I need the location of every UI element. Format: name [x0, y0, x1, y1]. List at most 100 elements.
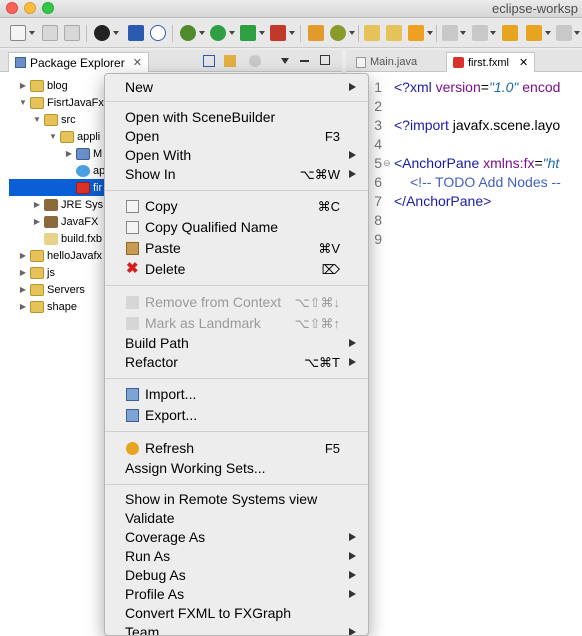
- new-class-icon[interactable]: [330, 25, 346, 41]
- new-icon[interactable]: [10, 25, 26, 41]
- code-line[interactable]: <!-- TODO Add Nodes --: [410, 174, 561, 190]
- new-dropdown-icon[interactable]: [29, 31, 35, 35]
- menu-item-remove-from-context[interactable]: Remove from Context ⌥⇧⌘↓: [105, 293, 368, 312]
- menu-item-new[interactable]: New: [105, 78, 368, 97]
- save-all-icon[interactable]: [64, 25, 80, 41]
- previous-annotation-dropdown-icon[interactable]: [490, 31, 496, 35]
- expand-icon[interactable]: ▶: [18, 285, 28, 294]
- tree-item[interactable]: ▼ appli: [48, 128, 100, 145]
- collapse-all-icon[interactable]: [203, 55, 215, 67]
- menu-item-convert-fxml-to-fxgraph[interactable]: Convert FXML to FXGraph: [105, 604, 368, 623]
- new-java-project-icon[interactable]: [308, 25, 324, 41]
- debug-dropdown-icon[interactable]: [199, 31, 205, 35]
- tab-main-java[interactable]: Main.java: [350, 52, 423, 72]
- tree-item[interactable]: ▶ M: [64, 145, 102, 162]
- menu-item-refactor[interactable]: Refactor ⌥⌘T: [105, 353, 368, 372]
- focus-icon[interactable]: [249, 55, 261, 67]
- coverage-icon[interactable]: [240, 25, 256, 41]
- code-line[interactable]: <AnchorPane xmlns:fx="ht: [394, 155, 559, 171]
- minimize-window-button[interactable]: [24, 2, 36, 14]
- code-line[interactable]: </AnchorPane>: [394, 193, 491, 209]
- menu-item-team[interactable]: Team: [105, 623, 368, 635]
- collapse-icon[interactable]: ▼: [32, 115, 42, 124]
- link-with-editor-icon[interactable]: [224, 55, 236, 67]
- code-line[interactable]: <?xml version="1.0" encod: [394, 79, 560, 95]
- expand-icon[interactable]: ▶: [18, 81, 28, 90]
- back-dropdown-icon[interactable]: [545, 31, 551, 35]
- collapse-icon[interactable]: ▼: [18, 98, 28, 107]
- save-icon[interactable]: [42, 25, 58, 41]
- menu-item-validate[interactable]: Validate: [105, 509, 368, 528]
- last-edit-icon[interactable]: [502, 25, 518, 41]
- menu-item-export[interactable]: Export...: [105, 406, 368, 425]
- expand-icon[interactable]: ▶: [32, 200, 42, 209]
- close-icon[interactable]: ✕: [133, 56, 142, 69]
- menu-item-profile-as[interactable]: Profile As: [105, 585, 368, 604]
- view-menu-icon[interactable]: [281, 58, 289, 64]
- menu-item-open[interactable]: Open F3: [105, 127, 368, 146]
- coverage-dropdown-icon[interactable]: [259, 31, 265, 35]
- next-annotation-dropdown-icon[interactable]: [460, 31, 466, 35]
- forward-dropdown-icon[interactable]: [574, 31, 580, 35]
- skip-breakpoints-icon[interactable]: [150, 25, 166, 41]
- menu-item-coverage-as[interactable]: Coverage As: [105, 528, 368, 547]
- menu-item-run-as[interactable]: Run As: [105, 547, 368, 566]
- tree-item[interactable]: ▶ js: [18, 264, 55, 281]
- user-icon[interactable]: [94, 25, 110, 41]
- debug-icon[interactable]: [180, 25, 196, 41]
- run-icon[interactable]: [210, 25, 226, 41]
- next-annotation-icon[interactable]: [442, 25, 458, 41]
- tree-item[interactable]: ▶ blog: [18, 77, 68, 94]
- menu-item-show-in-remote-systems[interactable]: Show in Remote Systems view: [105, 490, 368, 509]
- expand-icon[interactable]: ▶: [32, 217, 42, 226]
- expand-icon[interactable]: ▶: [18, 268, 28, 277]
- fold-icon[interactable]: ⊖: [383, 158, 391, 169]
- menu-item-debug-as[interactable]: Debug As: [105, 566, 368, 585]
- tree-item[interactable]: ap: [64, 162, 105, 179]
- minimize-view-icon[interactable]: [300, 60, 309, 62]
- expand-icon[interactable]: ▶: [18, 251, 28, 260]
- forward-icon[interactable]: [556, 25, 572, 41]
- menu-item-paste[interactable]: Paste ⌘V: [105, 239, 368, 258]
- search-dropdown-icon[interactable]: [427, 31, 433, 35]
- open-task-icon[interactable]: [386, 25, 402, 41]
- close-icon[interactable]: ✕: [519, 56, 528, 69]
- collapse-icon[interactable]: ▼: [48, 132, 58, 141]
- tree-item-selected[interactable]: fir: [9, 179, 109, 196]
- menu-item-import[interactable]: Import...: [105, 385, 368, 404]
- tree-item[interactable]: ▼ src: [32, 111, 76, 128]
- menu-item-build-path[interactable]: Build Path: [105, 334, 368, 353]
- tree-item[interactable]: ▼ FisrtJavaFx: [18, 94, 104, 111]
- menu-item-assign-working-sets[interactable]: Assign Working Sets...: [105, 459, 368, 478]
- close-window-button[interactable]: [6, 2, 18, 14]
- menu-item-open-with[interactable]: Open With: [105, 146, 368, 165]
- tree-item[interactable]: ▶ Servers: [18, 281, 85, 298]
- maximize-view-icon[interactable]: [320, 55, 330, 65]
- tree-item[interactable]: ▶ shape: [18, 298, 77, 315]
- search-icon[interactable]: [408, 25, 424, 41]
- previous-annotation-icon[interactable]: [472, 25, 488, 41]
- console-icon[interactable]: [128, 25, 144, 41]
- tree-item[interactable]: build.fxb: [32, 230, 102, 247]
- menu-item-show-in[interactable]: Show In ⌥⌘W: [105, 165, 368, 184]
- new-class-dropdown-icon[interactable]: [349, 31, 355, 35]
- user-dropdown-icon[interactable]: [113, 31, 119, 35]
- run-dropdown-icon[interactable]: [229, 31, 235, 35]
- expand-icon[interactable]: ▶: [64, 149, 74, 158]
- menu-item-refresh[interactable]: Refresh F5: [105, 439, 368, 458]
- external-tools-icon[interactable]: [270, 25, 286, 41]
- menu-item-open-with-scenebuilder[interactable]: Open with SceneBuilder: [105, 108, 368, 127]
- expand-icon[interactable]: ▶: [18, 302, 28, 311]
- external-tools-dropdown-icon[interactable]: [289, 31, 295, 35]
- menu-item-copy[interactable]: Copy ⌘C: [105, 197, 368, 216]
- tree-item[interactable]: ▶ JRE Sys: [32, 196, 103, 213]
- tree-item[interactable]: ▶ JavaFX: [32, 213, 98, 230]
- tab-package-explorer[interactable]: Package Explorer ✕: [8, 52, 149, 72]
- back-icon[interactable]: [526, 25, 542, 41]
- menu-item-delete[interactable]: ✖ Delete ⌦: [105, 260, 368, 279]
- open-type-icon[interactable]: [364, 25, 380, 41]
- menu-item-mark-as-landmark[interactable]: Mark as Landmark ⌥⇧⌘↑: [105, 314, 368, 333]
- tree-item[interactable]: ▶ helloJavafx: [18, 247, 102, 264]
- zoom-window-button[interactable]: [42, 2, 54, 14]
- tab-first-fxml[interactable]: first.fxml ✕: [446, 52, 536, 72]
